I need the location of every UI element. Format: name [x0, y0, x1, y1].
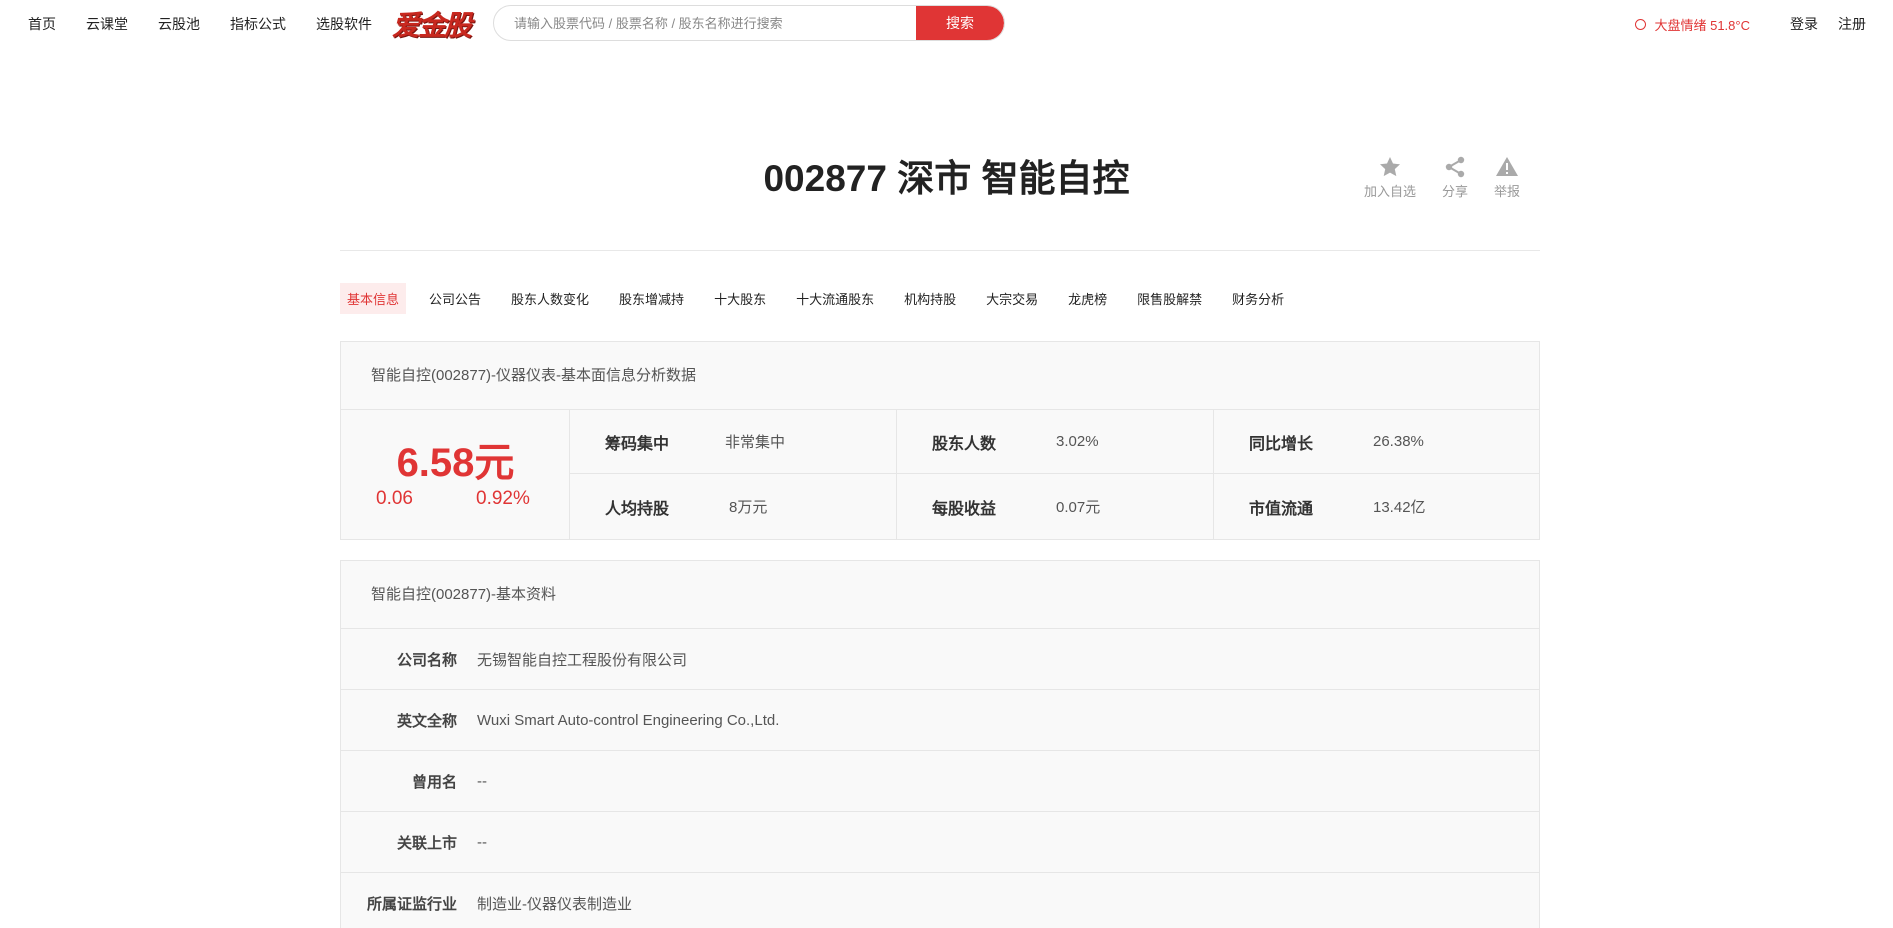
nav-home[interactable]: 首页 [28, 14, 56, 34]
add-watchlist-label: 加入自选 [1364, 184, 1417, 199]
stat-item: 股东人数 3.02% [897, 410, 1213, 474]
quote-panel: 智能自控(002877)-仪器仪表-基本面信息分析数据 6.58元 0.06 0… [340, 341, 1540, 540]
nav-classroom[interactable]: 云课堂 [86, 14, 128, 34]
site-logo[interactable]: 爱金股 [392, 4, 472, 44]
market-mood[interactable]: 大盘情绪 51.8°C [1635, 15, 1750, 34]
nav-stock-software[interactable]: 选股软件 [316, 14, 372, 34]
stat-label: 人均持股 [605, 500, 670, 518]
share-icon [1445, 156, 1465, 178]
info-label: 关联上市 [396, 834, 457, 852]
current-price: 6.58元 [396, 441, 515, 485]
price-change-pct: 0.92% [476, 488, 530, 509]
stat-value: 0.07元 [1056, 499, 1101, 516]
info-label: 所属证监行业 [366, 895, 457, 913]
tab-shareholder-count[interactable]: 股东人数变化 [504, 283, 596, 314]
info-value: 制造业-仪器仪表制造业 [477, 895, 632, 913]
info-row: 曾用名 -- [341, 751, 1539, 812]
nav-links: 首页 云课堂 云股池 指标公式 选股软件 [28, 14, 402, 34]
share-label: 分享 [1442, 184, 1469, 199]
nav-stock-pool[interactable]: 云股池 [158, 14, 200, 34]
register-link[interactable]: 注册 [1838, 14, 1866, 34]
info-row: 所属证监行业 制造业-仪器仪表制造业 [341, 873, 1539, 928]
page-title: 002877 深市 智能自控 [763, 158, 1130, 199]
info-label: 英文全称 [396, 712, 457, 730]
search-button[interactable]: 搜索 [916, 6, 1004, 40]
stat-item: 市值流通 13.42亿 [1214, 474, 1539, 539]
nav-right: 大盘情绪 51.8°C 登录 注册 [1635, 14, 1866, 34]
star-icon [1380, 157, 1400, 177]
report-button[interactable]: 举报 [1494, 155, 1520, 200]
stat-value: 26.38% [1373, 433, 1424, 450]
login-link[interactable]: 登录 [1790, 14, 1818, 34]
tab-block-trades[interactable]: 大宗交易 [979, 283, 1045, 314]
stat-column: 筹码集中 非常集中 人均持股 8万元 [570, 410, 897, 539]
tab-basic-info[interactable]: 基本信息 [340, 283, 407, 314]
search-box: 搜索 [493, 5, 1005, 41]
tab-shareholder-changes[interactable]: 股东增减持 [612, 283, 691, 314]
title-actions: 加入自选 分享 举报 [1364, 155, 1546, 200]
stat-value: 13.42亿 [1373, 499, 1426, 516]
info-row: 英文全称 Wuxi Smart Auto-control Engineering… [341, 690, 1539, 751]
tab-institutional[interactable]: 机构持股 [897, 283, 963, 314]
quote-panel-heading: 智能自控(002877)-仪器仪表-基本面信息分析数据 [341, 342, 1539, 410]
info-row: 关联上市 -- [341, 812, 1539, 873]
price-change: 0.06 [376, 488, 413, 509]
tab-announcements[interactable]: 公司公告 [422, 283, 488, 314]
tab-financial[interactable]: 财务分析 [1225, 283, 1291, 314]
market-mood-text: 大盘情绪 51.8°C [1654, 17, 1750, 33]
add-watchlist-button[interactable]: 加入自选 [1364, 155, 1416, 200]
profile-panel-heading: 智能自控(002877)-基本资料 [341, 561, 1539, 629]
tab-unlock[interactable]: 限售股解禁 [1130, 283, 1209, 314]
profile-panel: 智能自控(002877)-基本资料 公司名称 无锡智能自控工程股份有限公司 英文… [340, 560, 1540, 928]
info-value: -- [477, 833, 487, 851]
tab-top10-holders[interactable]: 十大股东 [707, 283, 773, 314]
tab-bar: 基本信息 公司公告 股东人数变化 股东增减持 十大股东 十大流通股东 机构持股 … [340, 283, 1307, 314]
stat-item: 筹码集中 非常集中 [570, 410, 896, 474]
tab-dragon-tiger[interactable]: 龙虎榜 [1061, 283, 1114, 314]
price-cell: 6.58元 0.06 0.92% [341, 410, 570, 539]
info-value: Wuxi Smart Auto-control Engineering Co.,… [477, 711, 780, 729]
stat-column: 股东人数 3.02% 每股收益 0.07元 [897, 410, 1214, 539]
divider [340, 250, 1540, 251]
share-button[interactable]: 分享 [1442, 155, 1468, 200]
info-value: 无锡智能自控工程股份有限公司 [477, 651, 688, 669]
stat-value: 3.02% [1056, 433, 1099, 450]
mood-ring-icon [1635, 18, 1647, 30]
nav-indicator-formula[interactable]: 指标公式 [230, 14, 286, 34]
info-row: 公司名称 无锡智能自控工程股份有限公司 [341, 629, 1539, 690]
stat-value: 8万元 [729, 499, 768, 516]
stat-item: 每股收益 0.07元 [897, 474, 1213, 539]
stat-item: 同比增长 26.38% [1214, 410, 1539, 474]
stat-column: 同比增长 26.38% 市值流通 13.42亿 [1214, 410, 1539, 539]
warning-icon [1496, 157, 1519, 176]
stat-label: 每股收益 [932, 500, 997, 518]
stat-value: 非常集中 [725, 434, 786, 451]
report-label: 举报 [1494, 184, 1521, 199]
stat-label: 市值流通 [1249, 500, 1314, 518]
quote-grid: 6.58元 0.06 0.92% 筹码集中 非常集中 人均持股 8万元 股东人数… [341, 410, 1539, 539]
info-value: -- [477, 772, 487, 790]
tab-top10-float-holders[interactable]: 十大流通股东 [789, 283, 881, 314]
search-input[interactable] [494, 6, 916, 40]
top-nav: 首页 云课堂 云股池 指标公式 选股软件 爱金股 搜索 大盘情绪 51.8°C … [0, 0, 1893, 48]
stat-label: 股东人数 [932, 435, 997, 453]
stat-label: 筹码集中 [605, 435, 670, 453]
info-label: 公司名称 [396, 651, 457, 669]
info-label: 曾用名 [411, 773, 457, 791]
stat-item: 人均持股 8万元 [570, 474, 896, 539]
stat-label: 同比增长 [1249, 435, 1314, 453]
